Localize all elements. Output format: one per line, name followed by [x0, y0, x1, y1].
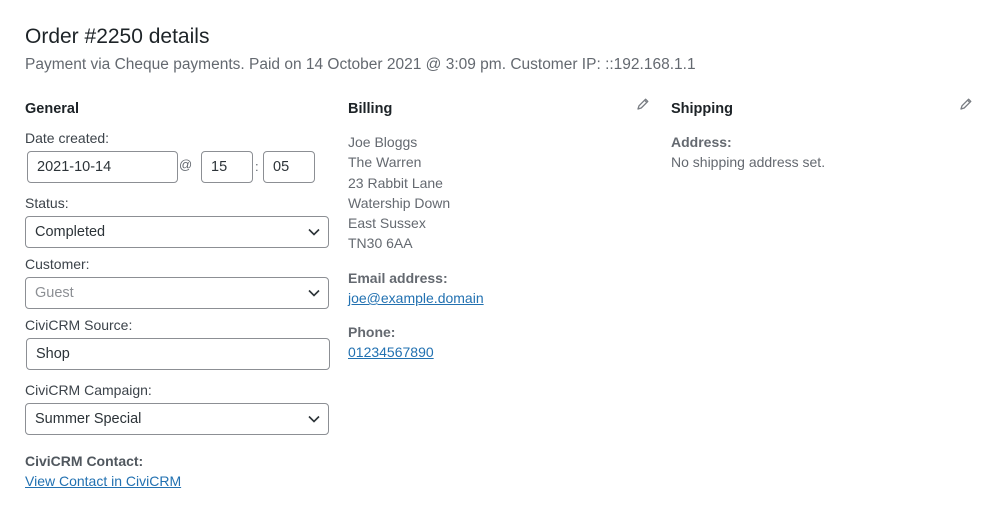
general-section: General Date created: 2021-10-14 @ 15 : …	[25, 100, 330, 489]
shipping-heading: Shipping	[671, 101, 734, 117]
billing-section: Billing Joe Bloggs The Warren 23 Rabbit …	[348, 97, 653, 360]
view-contact-link[interactable]: View Contact in CiviCRM	[25, 473, 181, 489]
chevron-down-icon	[308, 228, 320, 236]
customer-label: Customer:	[25, 256, 90, 272]
civicrm-source-label: CiviCRM Source:	[25, 317, 133, 333]
customer-select-placeholder: Guest	[35, 285, 74, 301]
civicrm-source-input[interactable]: Shop	[26, 338, 330, 370]
billing-address-line: East Sussex	[348, 215, 426, 232]
page-title: Order #2250 details	[25, 25, 210, 48]
pencil-icon[interactable]	[636, 97, 650, 111]
status-label: Status:	[25, 195, 69, 211]
page-subtitle: Payment via Cheque payments. Paid on 14 …	[25, 56, 696, 73]
colon-separator: :	[255, 159, 259, 174]
civicrm-campaign-select-value: Summer Special	[35, 411, 142, 427]
billing-address-line: Watership Down	[348, 194, 451, 211]
hour-input[interactable]: 15	[201, 151, 253, 183]
general-heading: General	[25, 101, 79, 117]
email-link[interactable]: joe@example.domain	[348, 290, 484, 306]
billing-address-line: Joe Bloggs	[348, 134, 418, 150]
shipping-address-label: Address:	[671, 134, 732, 150]
shipping-address-note: No shipping address set.	[671, 154, 826, 170]
shipping-section: Shipping Address: No shipping address se…	[671, 97, 976, 170]
billing-address: Joe Bloggs The Warren 23 Rabbit Lane Wat…	[348, 132, 450, 254]
chevron-down-icon	[308, 289, 320, 297]
phone-label: Phone:	[348, 324, 396, 340]
date-created-label: Date created:	[25, 130, 110, 146]
civicrm-contact-label: CiviCRM Contact:	[25, 453, 144, 469]
customer-select[interactable]: Guest	[25, 277, 329, 309]
civicrm-campaign-select[interactable]: Summer Special	[25, 403, 329, 435]
date-created-input[interactable]: 2021-10-14	[27, 151, 178, 183]
billing-heading: Billing	[348, 101, 393, 117]
email-label: Email address:	[348, 270, 448, 286]
at-separator: @	[179, 157, 193, 172]
phone-link[interactable]: 01234567890	[348, 344, 434, 360]
minute-input[interactable]: 05	[263, 151, 315, 183]
status-select[interactable]: Completed	[25, 216, 329, 248]
civicrm-campaign-label: CiviCRM Campaign:	[25, 382, 152, 398]
billing-address-line: 23 Rabbit Lane	[348, 174, 443, 191]
pencil-icon[interactable]	[959, 97, 973, 111]
billing-address-line: The Warren	[348, 154, 422, 171]
chevron-down-icon	[308, 415, 320, 423]
billing-address-line: TN30 6AA	[348, 235, 413, 252]
status-select-value: Completed	[35, 224, 106, 240]
